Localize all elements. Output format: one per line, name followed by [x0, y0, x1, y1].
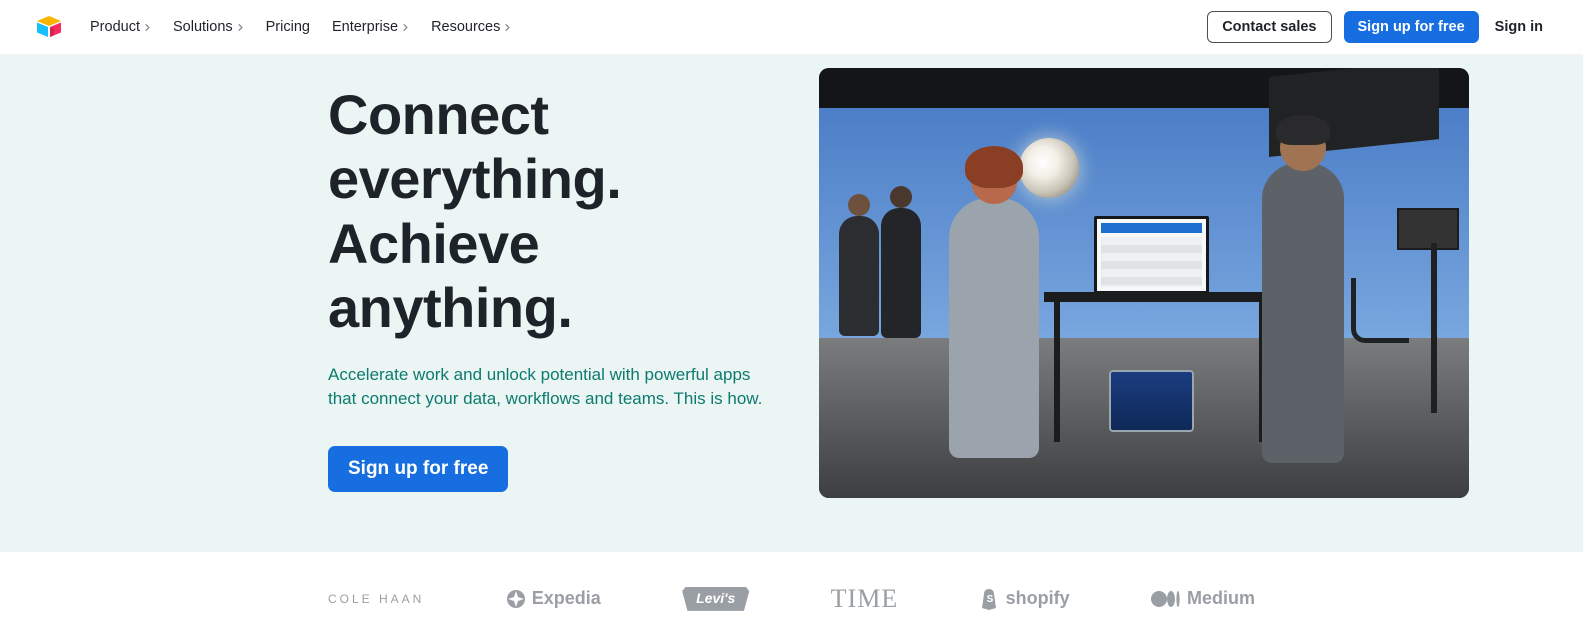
hero-image-monitor: [1094, 216, 1209, 294]
brand-logo-levis: Levi's: [682, 587, 749, 611]
contact-sales-button[interactable]: Contact sales: [1207, 11, 1331, 43]
hero-text: Connect everything. Achieve anything. Ac…: [328, 83, 798, 492]
nav-item-enterprise[interactable]: Enterprise: [332, 19, 409, 35]
customer-logos-strip: COLE HAAN Expedia Levi's TIME S shopify …: [0, 552, 1583, 614]
hero-title: Connect everything. Achieve anything.: [328, 83, 798, 341]
nav-item-label: Product: [90, 19, 140, 35]
nav-item-product[interactable]: Product: [90, 19, 151, 35]
shopify-bag-icon: S: [980, 588, 1000, 610]
nav-item-solutions[interactable]: Solutions: [173, 19, 244, 35]
brand-logo-label: Medium: [1187, 588, 1255, 609]
airtable-logo-icon: [36, 16, 62, 38]
hero-subtitle: Accelerate work and unlock potential wit…: [328, 363, 768, 412]
nav-item-label: Pricing: [266, 19, 310, 35]
brand-logo-label: shopify: [1006, 588, 1070, 609]
brand-logo-medium: Medium: [1151, 588, 1255, 609]
nav-item-label: Solutions: [173, 19, 233, 35]
nav-item-label: Resources: [431, 19, 500, 35]
hero-image-person-bg-2: [881, 208, 921, 338]
hero-image-person-bg-1: [839, 216, 879, 336]
hero-image-person-left: [949, 198, 1039, 458]
hero-section: Connect everything. Achieve anything. Ac…: [0, 55, 1583, 552]
hero-image-tv: [1397, 208, 1459, 250]
chevron-right-icon: [402, 24, 409, 31]
top-nav: Product Solutions Pricing Enterprise Res…: [0, 0, 1583, 55]
brand-logo-colehaan: COLE HAAN: [328, 592, 424, 606]
hero-image-bike: [1351, 278, 1409, 343]
hero-title-line2: Achieve anything.: [328, 212, 572, 339]
brand-logo[interactable]: [36, 16, 62, 38]
chevron-right-icon: [144, 24, 151, 31]
sign-in-link[interactable]: Sign in: [1491, 19, 1547, 35]
hero-title-line1: Connect everything.: [328, 83, 621, 210]
hero-image-equipment-case: [1109, 370, 1194, 432]
svg-text:S: S: [986, 594, 993, 605]
hero-image-desk: [1044, 292, 1274, 302]
hero-image-person-right: [1262, 163, 1344, 463]
hero-image-desk-leg: [1054, 302, 1060, 442]
nav-links: Product Solutions Pricing Enterprise Res…: [90, 19, 511, 35]
brand-logo-label: Levi's: [682, 587, 749, 611]
brand-logo-time: TIME: [831, 584, 899, 614]
signup-button-hero[interactable]: Sign up for free: [328, 446, 508, 492]
hero-image-spotlight: [1019, 138, 1079, 198]
hero-image-tripod: [1431, 243, 1437, 413]
nav-item-label: Enterprise: [332, 19, 398, 35]
brand-logo-expedia: Expedia: [506, 588, 601, 609]
brand-logo-label: Expedia: [532, 588, 601, 609]
signup-button-nav[interactable]: Sign up for free: [1344, 11, 1479, 43]
medium-icon: [1151, 590, 1181, 608]
hero-image: [819, 68, 1469, 498]
expedia-icon: [506, 589, 526, 609]
nav-right: Contact sales Sign up for free Sign in: [1207, 11, 1547, 43]
nav-item-pricing[interactable]: Pricing: [266, 19, 310, 35]
nav-item-resources[interactable]: Resources: [431, 19, 511, 35]
brand-logo-shopify: S shopify: [980, 588, 1070, 610]
chevron-right-icon: [237, 24, 244, 31]
chevron-right-icon: [504, 24, 511, 31]
